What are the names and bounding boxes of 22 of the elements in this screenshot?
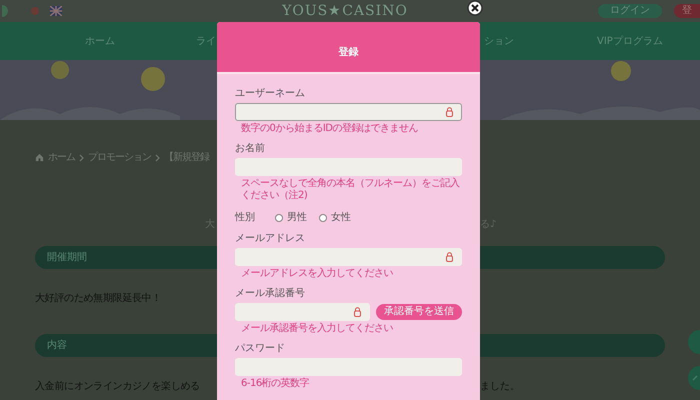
field-label: パスワード [235,343,286,355]
field-hint: 6-16桁の英数字 [240,378,310,390]
nav-item[interactable]: ホーム [85,34,125,48]
field-hint: 数字の0から始まるIDの登録はできません [240,123,420,135]
logo[interactable]: YOUS★CASINO [282,3,408,19]
field-label: メールアドレス [235,233,306,245]
field-hint: メールアドレスを入力してください [240,268,394,280]
modal-title: 登録 [338,46,358,60]
field-hint: メール承認番号を入力してください [240,323,394,335]
field-label: ユーザーネーム [235,88,306,100]
login-button[interactable]: ログイン [598,4,662,18]
field-hint: スペースなしで全角の本名（フルネーム）をご記入ください（注2) [240,178,460,202]
register-button[interactable]: 登 [674,4,700,18]
field-label: お名前 [235,143,266,155]
nav-item[interactable]: ション [484,34,519,48]
nav-item[interactable]: VIPプログラム [597,34,663,48]
send-code-button[interactable]: 承認番号を送信 [376,304,462,320]
field-label: メール承認番号 [235,288,306,300]
radio-option[interactable]: 女性 [319,210,351,225]
nav-item[interactable]: ライ [196,34,217,48]
radio-option[interactable]: 男性 [275,210,307,225]
field-label: 性別 [235,210,255,225]
